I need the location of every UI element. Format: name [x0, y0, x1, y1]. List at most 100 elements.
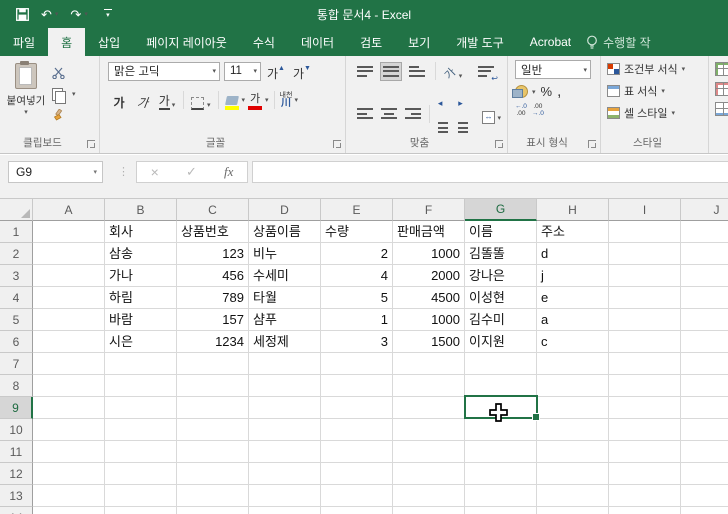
cell-A13[interactable] — [33, 485, 105, 507]
cell-C9[interactable] — [177, 397, 249, 419]
fill-color-dropdown-icon[interactable]: ▾ — [242, 96, 246, 104]
cell-A14[interactable] — [33, 507, 105, 514]
cell-H8[interactable] — [537, 375, 609, 397]
delete-cells-icon[interactable] — [715, 82, 728, 96]
tab-formulas[interactable]: 수식 — [240, 28, 288, 56]
cell-F1[interactable]: 판매금액 — [393, 221, 465, 243]
cell-D8[interactable] — [249, 375, 321, 397]
font-name-combo[interactable]: 맑은 고딕 ▾ — [108, 61, 220, 81]
row-header-2[interactable]: 2 — [0, 243, 33, 265]
cell-E3[interactable]: 4 — [321, 265, 393, 287]
cell-I13[interactable] — [609, 485, 681, 507]
cell-E4[interactable]: 5 — [321, 287, 393, 309]
cell-B9[interactable] — [105, 397, 177, 419]
cell-B14[interactable] — [105, 507, 177, 514]
cell-F4[interactable]: 4500 — [393, 287, 465, 309]
cell-J6[interactable] — [681, 331, 728, 353]
cell-G11[interactable] — [465, 441, 537, 463]
name-box[interactable]: G9 ▾ — [8, 161, 103, 183]
cell-I7[interactable] — [609, 353, 681, 375]
save-button[interactable] — [12, 7, 33, 21]
cell-H5[interactable]: a — [537, 309, 609, 331]
copy-button[interactable]: ▾ — [52, 85, 86, 104]
cell-A12[interactable] — [33, 463, 105, 485]
cell-I10[interactable] — [609, 419, 681, 441]
borders-button[interactable]: ▾ — [189, 90, 213, 110]
cell-A5[interactable] — [33, 309, 105, 331]
select-all-corner[interactable] — [0, 199, 33, 221]
cell-F6[interactable]: 1500 — [393, 331, 465, 353]
cell-A9[interactable] — [33, 397, 105, 419]
cell-J8[interactable] — [681, 375, 728, 397]
cell-H13[interactable] — [537, 485, 609, 507]
cell-G2[interactable]: 김똘똘 — [465, 243, 537, 265]
column-header-G[interactable]: G — [465, 199, 537, 221]
cell-G7[interactable] — [465, 353, 537, 375]
column-header-D[interactable]: D — [249, 199, 321, 221]
cell-E1[interactable]: 수량 — [321, 221, 393, 243]
cell-styles-button[interactable]: 셀 스타일 ▾ — [607, 105, 706, 121]
cell-C14[interactable] — [177, 507, 249, 514]
cell-J4[interactable] — [681, 287, 728, 309]
format-cells-icon[interactable] — [715, 102, 728, 116]
tab-data[interactable]: 데이터 — [288, 28, 347, 56]
cell-G13[interactable] — [465, 485, 537, 507]
bold-button[interactable]: 가 — [108, 90, 130, 110]
cell-A3[interactable] — [33, 265, 105, 287]
cell-G6[interactable]: 이지원 — [465, 331, 537, 353]
cell-H7[interactable] — [537, 353, 609, 375]
column-header-H[interactable]: H — [537, 199, 609, 221]
accounting-format-button[interactable]: ▾ — [512, 85, 536, 98]
column-header-C[interactable]: C — [177, 199, 249, 221]
cell-J3[interactable] — [681, 265, 728, 287]
insert-cells-icon[interactable] — [715, 62, 728, 76]
cell-H6[interactable]: c — [537, 331, 609, 353]
tell-me-box[interactable]: 수행할 작 — [586, 28, 651, 56]
cell-A1[interactable] — [33, 221, 105, 243]
fill-color-button[interactable] — [224, 90, 240, 110]
cell-A8[interactable] — [33, 375, 105, 397]
cell-J10[interactable] — [681, 419, 728, 441]
cell-C1[interactable]: 상품번호 — [177, 221, 249, 243]
redo-dropdown-icon[interactable]: ▾ — [84, 11, 88, 18]
cell-A6[interactable] — [33, 331, 105, 353]
cell-H14[interactable] — [537, 507, 609, 514]
copy-dropdown-icon[interactable]: ▾ — [72, 90, 76, 98]
cell-C13[interactable] — [177, 485, 249, 507]
number-dialog-launcher[interactable] — [588, 140, 596, 148]
cell-G14[interactable] — [465, 507, 537, 514]
cell-J14[interactable] — [681, 507, 728, 514]
cell-A10[interactable] — [33, 419, 105, 441]
cell-I11[interactable] — [609, 441, 681, 463]
cell-A4[interactable] — [33, 287, 105, 309]
cell-I14[interactable] — [609, 507, 681, 514]
cell-E7[interactable] — [321, 353, 393, 375]
column-header-A[interactable]: A — [33, 199, 105, 221]
number-format-combo[interactable]: 일반 ▾ — [515, 60, 591, 79]
cell-H10[interactable] — [537, 419, 609, 441]
tab-review[interactable]: 검토 — [347, 28, 395, 56]
cell-D5[interactable]: 샴푸 — [249, 309, 321, 331]
align-middle-button[interactable] — [380, 61, 402, 81]
cell-E9[interactable] — [321, 397, 393, 419]
row-header-1[interactable]: 1 — [0, 221, 33, 243]
decrease-decimal-button[interactable]: .00 →.0 — [532, 103, 544, 117]
cell-E10[interactable] — [321, 419, 393, 441]
paste-dropdown-icon[interactable]: ▾ — [24, 108, 28, 116]
cell-D13[interactable] — [249, 485, 321, 507]
cell-H3[interactable]: j — [537, 265, 609, 287]
cell-E5[interactable]: 1 — [321, 309, 393, 331]
cell-H1[interactable]: 주소 — [537, 221, 609, 243]
align-center-button[interactable] — [378, 104, 400, 123]
tab-page-layout[interactable]: 페이지 레이아웃 — [133, 28, 240, 56]
underline-button[interactable]: 가 ▾ — [156, 90, 178, 110]
column-header-B[interactable]: B — [105, 199, 177, 221]
row-header-11[interactable]: 11 — [0, 441, 33, 463]
row-header-8[interactable]: 8 — [0, 375, 33, 397]
column-header-F[interactable]: F — [393, 199, 465, 221]
row-header-5[interactable]: 5 — [0, 309, 33, 331]
tab-file[interactable]: 파일 — [0, 28, 48, 56]
cell-D14[interactable] — [249, 507, 321, 514]
merge-center-button[interactable]: ↔ ▾ — [480, 104, 503, 124]
cell-H11[interactable] — [537, 441, 609, 463]
